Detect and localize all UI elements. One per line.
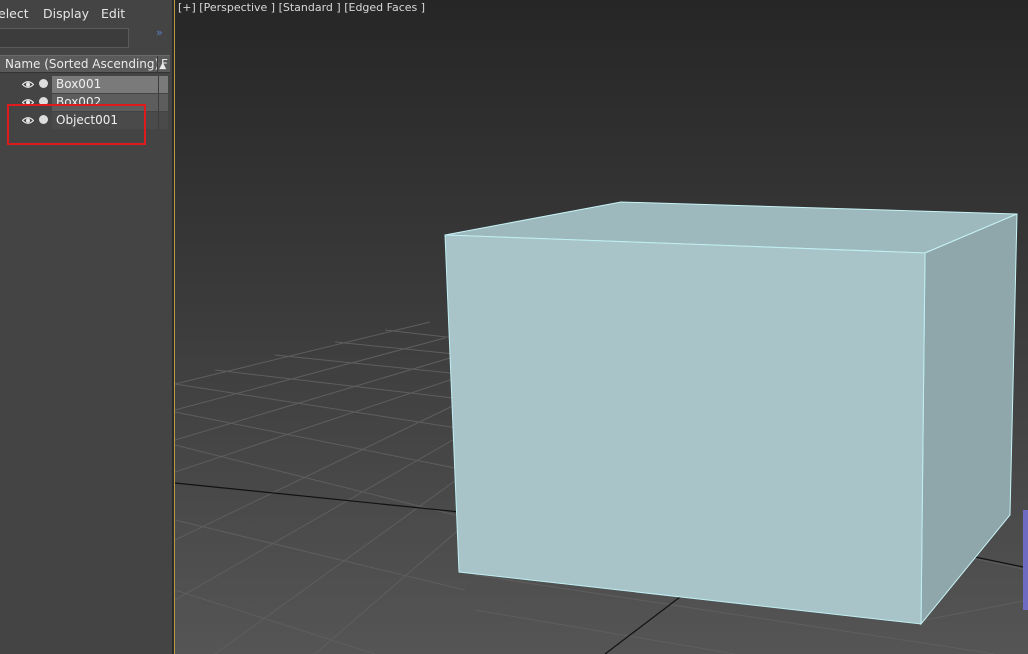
row-extra-cell	[158, 76, 168, 93]
search-input[interactable]	[0, 28, 129, 48]
row-extra-cell	[158, 112, 168, 129]
menu-display[interactable]: Display	[43, 6, 89, 21]
scene-explorer-panel: elect Display Edit » Name (Sorted Ascend…	[0, 0, 172, 654]
offscreen-object-edge[interactable]	[1023, 510, 1028, 610]
box-object[interactable]	[444, 201, 1018, 626]
world-x-axis	[175, 482, 461, 513]
perspective-viewport[interactable]: [+] [Perspective ] [Standard ] [Edged Fa…	[175, 0, 1028, 654]
row-extra-cell	[158, 94, 168, 111]
double-chevron-right-icon[interactable]: »	[156, 26, 163, 39]
freeze-dot-icon[interactable]	[39, 79, 48, 88]
world-x-axis-far	[974, 556, 1028, 569]
menu-edit[interactable]: Edit	[101, 6, 125, 21]
viewport-scene[interactable]	[175, 0, 1028, 654]
world-y-axis	[604, 596, 681, 654]
menu-select[interactable]: elect	[0, 6, 29, 21]
visibility-eye-icon[interactable]	[22, 79, 34, 90]
list-item[interactable]: Box001	[0, 76, 168, 93]
name-column-header[interactable]: Name (Sorted Ascending)▲	[5, 57, 166, 71]
column-divider[interactable]	[157, 56, 158, 73]
column-header[interactable]: Name (Sorted Ascending)▲ F	[0, 55, 170, 73]
object-name-cell[interactable]: Box001	[52, 76, 158, 93]
next-column-header[interactable]: F	[161, 57, 168, 71]
viewport-label[interactable]: [+] [Perspective ] [Standard ] [Edged Fa…	[178, 1, 425, 14]
red-annotation-box	[7, 104, 146, 145]
object-name: Box001	[56, 77, 102, 91]
explorer-menu-bar: elect Display Edit	[0, 0, 172, 26]
name-column-label: Name (Sorted Ascending)	[5, 57, 160, 71]
